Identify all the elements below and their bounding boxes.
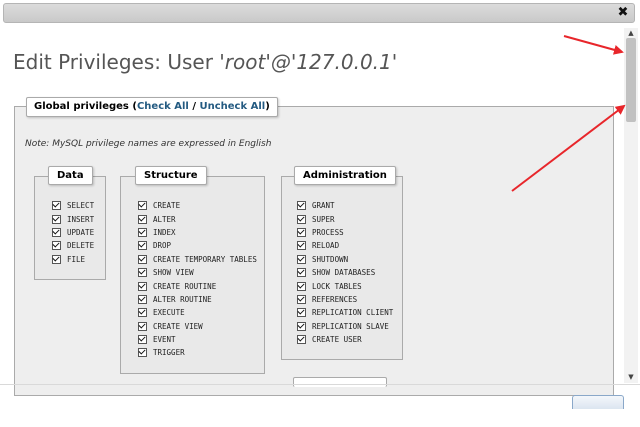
annotation-arrows xyxy=(511,35,626,192)
annotation-arrow-bottom xyxy=(511,104,626,192)
annotation-arrow-top xyxy=(563,35,624,55)
